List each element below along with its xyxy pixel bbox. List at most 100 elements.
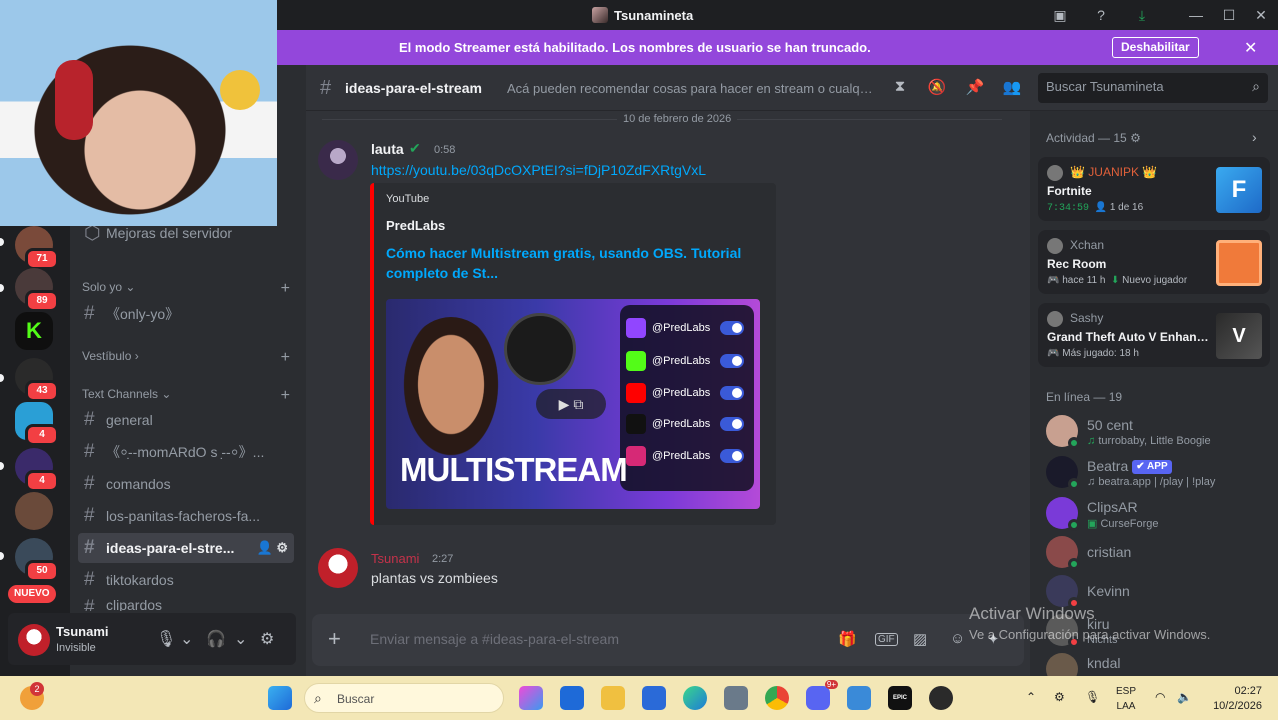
- add-channel-icon[interactable]: +: [281, 280, 290, 298]
- channel-topic[interactable]: Acá pueden recomendar cosas para hacer e…: [507, 81, 879, 96]
- chevron-up-icon[interactable]: ⌃: [1026, 690, 1036, 704]
- obs-icon[interactable]: [929, 686, 953, 710]
- chevron-down-icon: ⌄: [158, 387, 172, 401]
- chevron-down-icon[interactable]: ⌄: [234, 629, 247, 649]
- system-tray-icon[interactable]: ⚙: [1054, 690, 1065, 704]
- avatar: [1046, 497, 1080, 531]
- store-icon[interactable]: [642, 686, 666, 710]
- wifi-icon[interactable]: ◠: [1155, 690, 1165, 704]
- add-channel-icon[interactable]: +: [281, 349, 290, 367]
- gear-icon[interactable]: ⚙: [260, 629, 274, 649]
- hash-icon: #: [84, 537, 95, 558]
- server-icon[interactable]: 89: [15, 268, 59, 312]
- start-icon[interactable]: [268, 686, 292, 710]
- video-thumbnail[interactable]: @PredLabs @PredLabs @PredLabs @PredLabs …: [386, 299, 760, 509]
- category-text-channels[interactable]: Text Channels ⌄ +: [82, 387, 290, 405]
- inbox-icon[interactable]: ▣: [1051, 6, 1069, 24]
- member-item[interactable]: 50 cent ♫ turrobaby, Little Boogie: [1046, 413, 1266, 449]
- maximize-button[interactable]: ☐: [1211, 4, 1247, 26]
- channel-tiktokardos[interactable]: # tiktokardos: [78, 565, 294, 595]
- avatar[interactable]: [318, 140, 358, 180]
- member-item[interactable]: cristian: [1046, 534, 1266, 570]
- member-item[interactable]: kndal: [1046, 651, 1266, 676]
- taskbar-clock[interactable]: 02:27 10/2/2026: [1206, 684, 1262, 714]
- emoji-icon[interactable]: ☺: [950, 630, 965, 647]
- message-link[interactable]: https://youtu.be/03qDcOXPtEI?si=fDjP10Zd…: [371, 162, 706, 178]
- channel-ideas-para-el-stream[interactable]: # ideas-para-el-stre... 👤 ⚙: [78, 533, 294, 563]
- close-icon[interactable]: ✕: [1244, 38, 1257, 58]
- server-icon[interactable]: [15, 492, 53, 530]
- category-vestibulo[interactable]: Vestíbulo › +: [82, 349, 290, 367]
- channel-clipardos[interactable]: # clipardos: [78, 597, 294, 611]
- discord-icon[interactable]: 9+: [806, 680, 838, 710]
- gift-icon[interactable]: 🎁: [838, 630, 857, 648]
- fortnite-icon: F: [1216, 167, 1262, 213]
- settings-icon[interactable]: [724, 686, 748, 710]
- channel-panitas[interactable]: # los-panitas-facheros-fa...: [78, 501, 294, 531]
- minimize-button[interactable]: —: [1178, 4, 1214, 26]
- search-box[interactable]: ⌕: [1038, 73, 1268, 103]
- play-icon[interactable]: ▶ ⧉: [536, 389, 606, 419]
- channel-comandos[interactable]: # comandos: [78, 469, 294, 499]
- sticker-icon[interactable]: ▨: [913, 630, 927, 648]
- pin-icon[interactable]: 📌: [965, 78, 985, 98]
- invite-icon[interactable]: 👤: [257, 540, 273, 555]
- avatar[interactable]: [18, 624, 50, 656]
- microphone-icon[interactable]: 🎙: [1085, 690, 1100, 704]
- avatar[interactable]: [318, 548, 358, 588]
- message-author[interactable]: lauta: [371, 141, 404, 157]
- message-author[interactable]: Tsunami: [371, 551, 419, 566]
- youtube-embed: YouTube PredLabs Cómo hacer Multistream …: [370, 183, 776, 525]
- message-text: plantas vs zombiees: [371, 570, 498, 586]
- photos-icon[interactable]: [847, 686, 871, 710]
- server-icon[interactable]: 4: [15, 448, 59, 492]
- message-input[interactable]: [370, 631, 810, 647]
- chrome-icon[interactable]: [765, 686, 789, 710]
- taskbar-search[interactable]: ⌕ Buscar: [304, 683, 504, 713]
- kick-server-icon[interactable]: K: [15, 312, 53, 350]
- avatar: [1046, 536, 1080, 570]
- category-solo-yo[interactable]: Solo yo ⌄ +: [82, 280, 290, 298]
- server-icon[interactable]: 71: [15, 226, 59, 270]
- add-channel-icon[interactable]: +: [281, 387, 290, 405]
- online-dot: [1068, 478, 1080, 490]
- activity-card[interactable]: Sashy Grand Theft Auto V Enhanced 🎮 Más …: [1038, 303, 1270, 367]
- channel-only-yo[interactable]: # 《only-yo》: [78, 299, 294, 329]
- gear-icon[interactable]: ⚙: [1130, 131, 1141, 145]
- epic-games-icon[interactable]: EPIC: [888, 686, 912, 710]
- disable-streamer-button[interactable]: Deshabilitar: [1112, 37, 1199, 58]
- member-list-icon[interactable]: 👥: [1002, 78, 1022, 98]
- notification-bell-icon[interactable]: 🔕: [927, 78, 947, 98]
- file-explorer-icon[interactable]: [601, 686, 625, 710]
- threads-icon[interactable]: ⧗: [890, 78, 910, 98]
- member-item[interactable]: ClipsAR ▣ CurseForge: [1046, 495, 1266, 531]
- channel-general[interactable]: # general: [78, 405, 294, 435]
- language-indicator[interactable]: ESP LAA: [1116, 684, 1136, 714]
- gif-icon[interactable]: GIF: [875, 633, 898, 646]
- headphones-icon[interactable]: 🎧: [206, 629, 226, 649]
- gear-icon[interactable]: ⚙: [276, 540, 288, 555]
- member-item[interactable]: Beatra ✔ APP ♫ beatra.app | /play | !play: [1046, 454, 1266, 490]
- chevron-down-icon[interactable]: ⌄: [180, 629, 193, 649]
- activity-card[interactable]: 👑 JUANIPK 👑 Fortnite 7:34:59 👤 1 de 16 F: [1038, 157, 1270, 221]
- search-input[interactable]: [1046, 79, 1236, 94]
- embed-title[interactable]: Cómo hacer Multistream gratis, usando OB…: [386, 243, 756, 283]
- server-icon[interactable]: 50: [15, 538, 59, 582]
- copilot-icon[interactable]: [519, 686, 543, 710]
- server-icon[interactable]: 4: [15, 402, 59, 446]
- download-icon[interactable]: ⤓: [1133, 6, 1151, 24]
- edge-icon[interactable]: [683, 686, 707, 710]
- search-icon: ⌕: [1252, 78, 1260, 94]
- activity-card[interactable]: Xchan Rec Room 🎮 hace 11 h ⬇ Nuevo jugad…: [1038, 230, 1270, 294]
- channel-momardo[interactable]: # 《⸰-̣-momARdO s -̣-⸰》...: [78, 437, 294, 467]
- unread-indicator: [0, 238, 4, 246]
- close-window-button[interactable]: ✕: [1243, 4, 1278, 26]
- chevron-right-icon[interactable]: ›: [1252, 129, 1257, 145]
- microphone-icon[interactable]: 🎙: [156, 629, 176, 649]
- attach-plus-icon[interactable]: +: [328, 626, 341, 652]
- help-icon[interactable]: ?: [1092, 6, 1110, 24]
- volume-icon[interactable]: 🔈: [1177, 690, 1192, 704]
- server-icon[interactable]: 43: [15, 358, 59, 402]
- outlook-icon[interactable]: [560, 686, 584, 710]
- embed-author[interactable]: PredLabs: [386, 218, 445, 233]
